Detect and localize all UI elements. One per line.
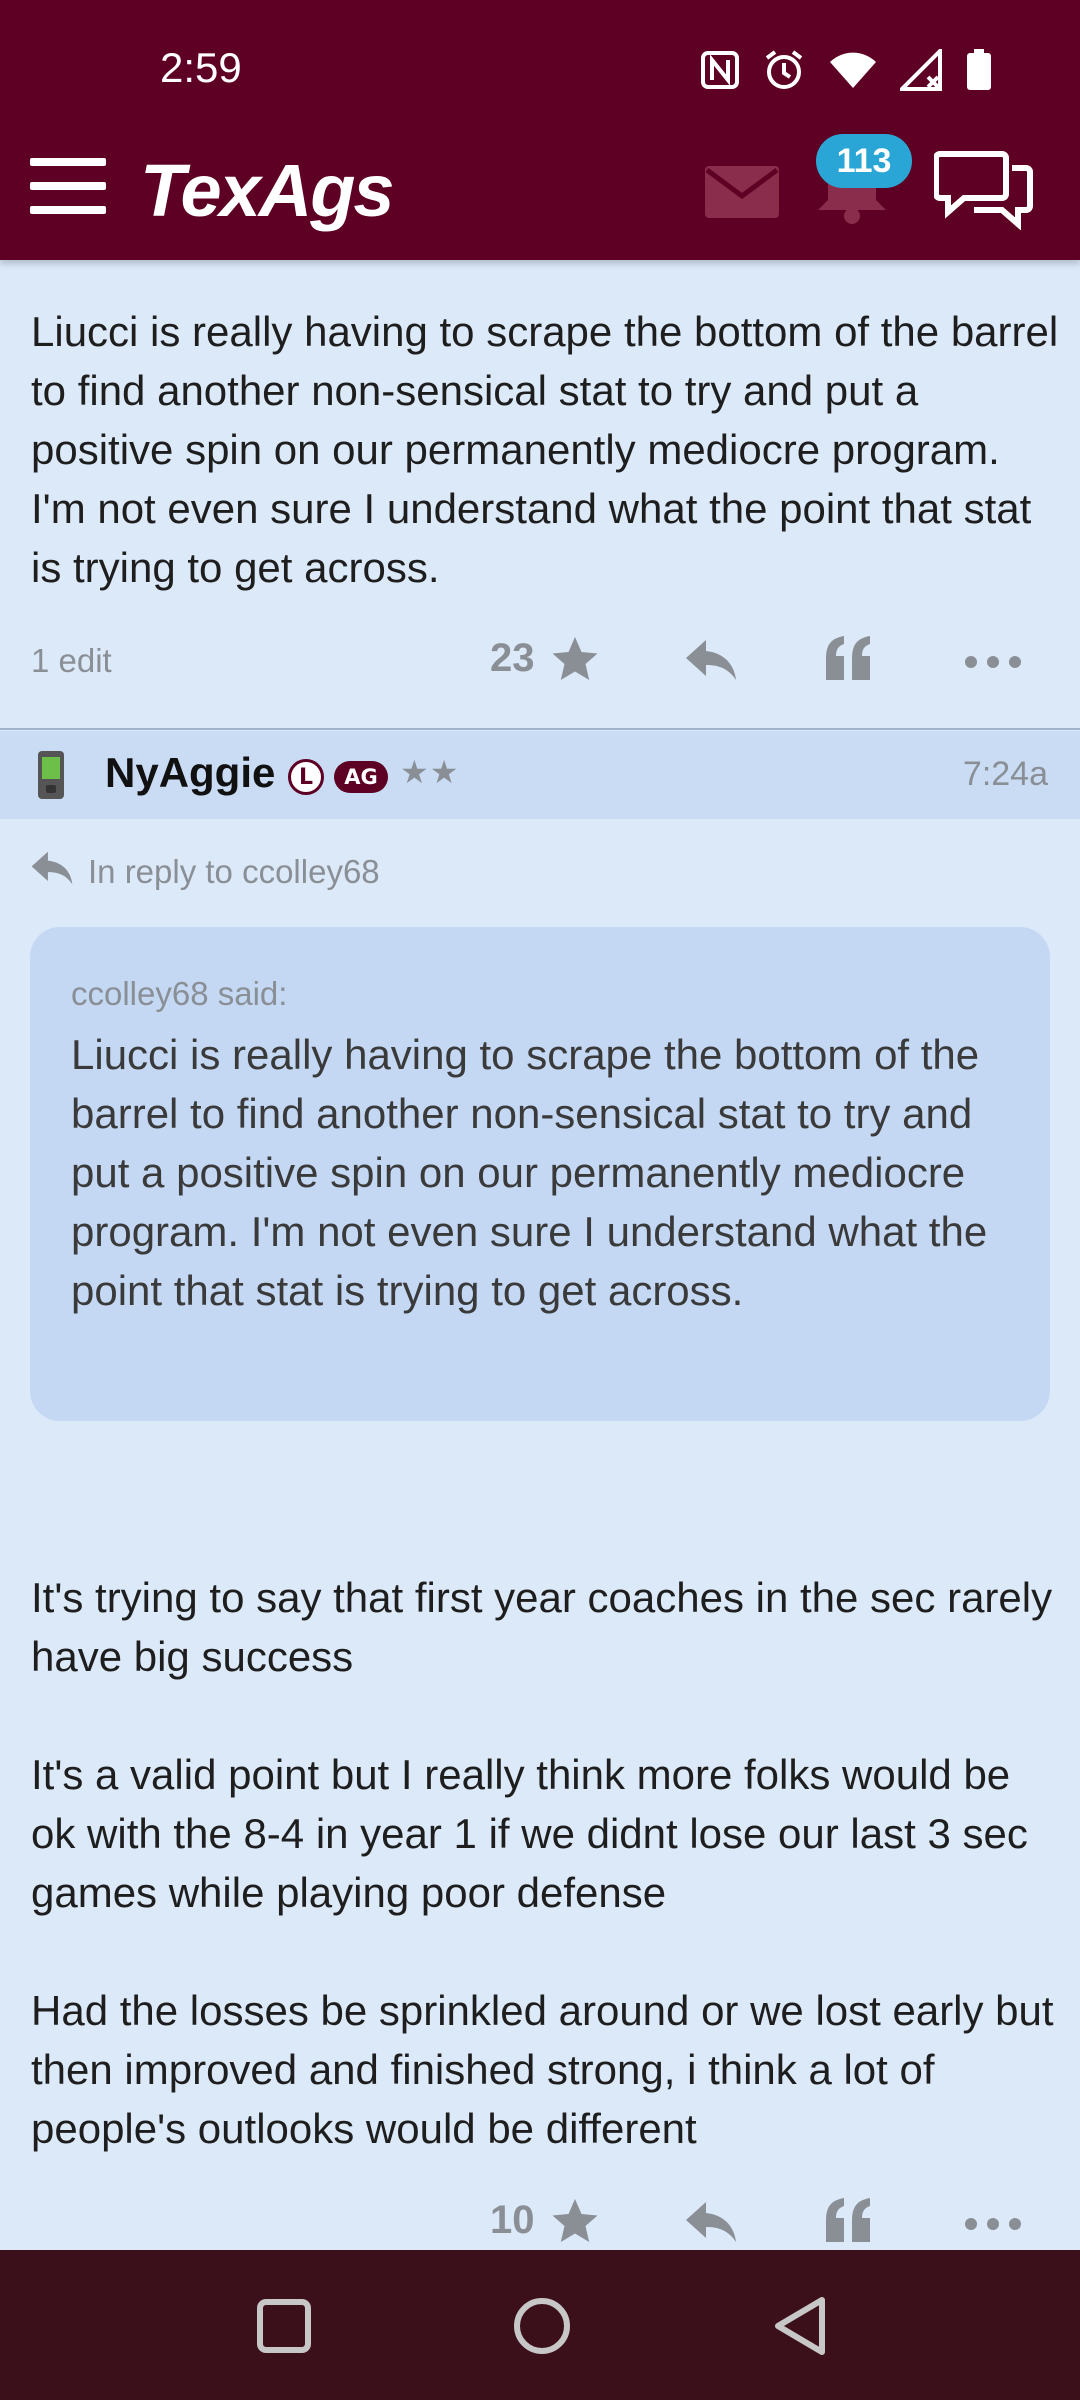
username[interactable]: NyAggie <box>105 749 275 797</box>
chat-icon[interactable] <box>933 150 1034 234</box>
status-bar: 2:59 <box>0 0 1080 145</box>
reply-icon <box>30 850 74 894</box>
recents-button[interactable] <box>256 2298 312 2358</box>
post-time: 7:24a <box>962 755 1048 793</box>
l-badge: L <box>288 759 324 795</box>
reply-to-link[interactable]: In reply to ccolley68 <box>30 850 380 894</box>
status-time: 2:59 <box>160 44 242 91</box>
app-header: 2:59 TexAgs 113 <box>0 0 1080 260</box>
post-paragraph: It's a valid point but I really think mo… <box>31 1751 1028 1916</box>
signal-icon <box>900 49 944 91</box>
quote-icon[interactable] <box>824 634 874 686</box>
mobile-phone-icon <box>36 749 66 805</box>
star-icon[interactable] <box>550 634 600 688</box>
quote-block: ccolley68 said: Liucci is really having … <box>30 927 1050 1421</box>
nfc-icon <box>700 50 740 90</box>
post-paragraph: It's trying to say that first year coach… <box>31 1574 1053 1680</box>
wifi-icon <box>828 50 878 90</box>
post-divider <box>0 728 1080 730</box>
reply-icon[interactable] <box>684 638 738 686</box>
back-button[interactable] <box>772 2296 828 2360</box>
quote-author: ccolley68 said: <box>71 975 288 1012</box>
post-paragraph: Had the losses be sprinkled around or we… <box>31 1987 1054 2152</box>
reply-icon[interactable] <box>684 2200 738 2248</box>
star-count: 10 <box>490 2198 535 2242</box>
edit-label[interactable]: 1 edit <box>31 642 112 680</box>
mail-icon[interactable] <box>705 166 779 222</box>
star-icon[interactable] <box>550 2196 600 2250</box>
home-button[interactable] <box>512 2296 572 2360</box>
texags-logo[interactable]: TexAgs <box>140 148 395 233</box>
battery-icon <box>966 49 992 91</box>
more-icon[interactable] <box>964 654 1022 673</box>
notification-badge[interactable]: 113 <box>816 134 912 188</box>
rank-stars: ★★ <box>400 753 460 791</box>
previous-post-text: Liucci is really having to scrape the bo… <box>31 308 1059 591</box>
quote-text: Liucci is really having to scrape the bo… <box>71 1031 988 1314</box>
post-user-bar: NyAggie L AG ★★ 7:24a <box>0 731 1080 819</box>
reply-to-label: In reply to ccolley68 <box>88 853 380 890</box>
status-icons <box>700 48 992 92</box>
quote-icon[interactable] <box>824 2196 874 2248</box>
system-nav-bar <box>0 2250 1080 2400</box>
star-count: 23 <box>490 636 535 680</box>
more-icon[interactable] <box>964 2216 1022 2235</box>
menu-button[interactable] <box>30 158 106 214</box>
ag-badge: AG <box>334 761 388 793</box>
previous-post-actions: 1 edit 23 <box>0 630 1080 700</box>
alarm-icon <box>762 48 806 92</box>
